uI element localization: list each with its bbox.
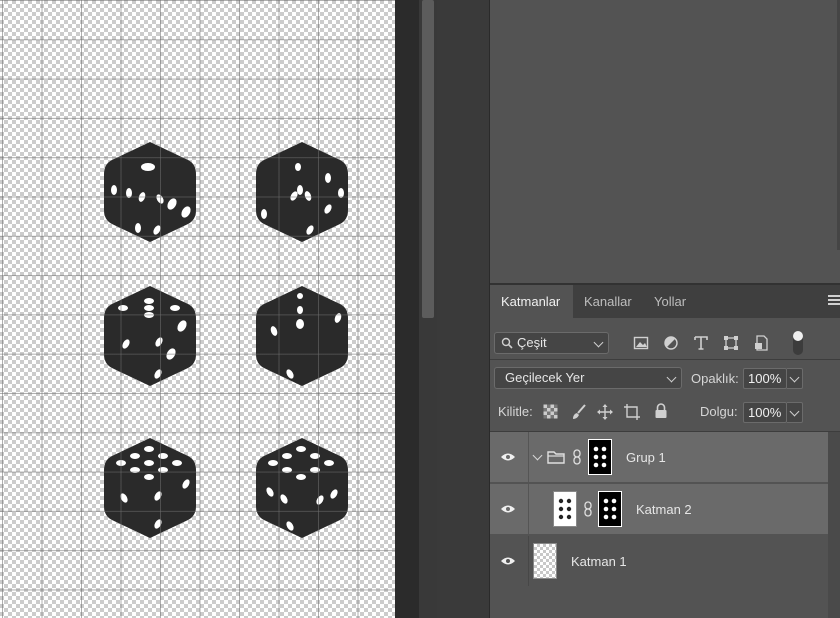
blend-row: Geçilecek Yer Opaklık: 100% <box>490 360 840 394</box>
layers-list-scrollbar[interactable] <box>828 432 840 618</box>
divider <box>528 484 529 534</box>
panel-menu-icon[interactable] <box>828 295 840 305</box>
lock-row: Kilitle: Dolgu: 100% <box>490 395 840 429</box>
lock-position-icon[interactable] <box>597 404 613 420</box>
layer-name-katman-1[interactable]: Katman 1 <box>571 554 627 569</box>
tab-channels[interactable]: Kanallar <box>573 285 643 318</box>
folder-icon <box>547 451 565 464</box>
die-2-image <box>256 142 348 242</box>
chevron-down-icon <box>666 372 677 383</box>
chain-link-icon[interactable] <box>583 501 593 517</box>
lock-image-icon[interactable] <box>571 404 587 420</box>
layer-name-group-1[interactable]: Grup 1 <box>626 450 666 465</box>
lock-transparency-icon[interactable] <box>543 404 558 419</box>
lock-label: Kilitle: <box>498 404 533 419</box>
chevron-down-icon <box>789 372 800 383</box>
scrollbar-thumb[interactable] <box>422 0 434 318</box>
opacity-field[interactable]: 100% <box>743 368 787 389</box>
chain-link-icon[interactable] <box>572 449 582 465</box>
chevron-down-icon[interactable] <box>532 450 543 461</box>
shape-filter-icon[interactable] <box>723 335 739 351</box>
upper-panel <box>490 0 840 283</box>
die-3-image <box>104 286 196 386</box>
layer-name-katman-2[interactable]: Katman 2 <box>636 502 692 517</box>
layer-thumbnail[interactable] <box>533 543 557 579</box>
opacity-label: Opaklık: <box>691 371 739 386</box>
layer-row-katman-2[interactable]: Katman 2 <box>490 484 828 534</box>
chevron-down-icon <box>789 406 800 417</box>
visibility-eye-icon[interactable] <box>500 452 516 462</box>
canvas-pasteboard <box>395 0 419 618</box>
die-6-image <box>256 438 348 538</box>
document-canvas[interactable] <box>0 0 395 618</box>
panel-dock-gap <box>437 0 490 618</box>
opacity-dropdown[interactable] <box>787 368 803 389</box>
filter-toggle-icon[interactable] <box>792 330 804 356</box>
adjustment-filter-icon[interactable] <box>663 335 679 351</box>
type-filter-icon[interactable] <box>693 335 709 351</box>
layers-panel: Katmanlar Kanallar Yollar Çeşit Geçilece… <box>490 285 840 618</box>
tab-layers[interactable]: Katmanlar <box>490 285 573 318</box>
smart-object-filter-icon[interactable] <box>753 335 769 351</box>
filter-kind-select[interactable]: Çeşit <box>494 332 609 354</box>
lock-all-icon[interactable] <box>653 403 669 419</box>
search-icon <box>501 337 513 349</box>
die-4-image <box>256 286 348 386</box>
blend-mode-value: Geçilecek Yer <box>505 370 585 385</box>
divider <box>528 536 529 586</box>
visibility-eye-icon[interactable] <box>500 504 516 514</box>
layer-row-katman-1[interactable]: Katman 1 <box>490 536 828 586</box>
chevron-down-icon <box>593 337 604 348</box>
die-1-image <box>104 142 196 242</box>
layer-filter-row: Çeşit <box>490 318 840 359</box>
visibility-eye-icon[interactable] <box>500 556 516 566</box>
panel-tab-bar: Katmanlar Kanallar Yollar <box>490 285 840 318</box>
lock-artboard-icon[interactable] <box>624 404 640 420</box>
layer-thumbnail[interactable] <box>553 491 577 527</box>
canvas-vertical-scrollbar[interactable] <box>419 0 437 618</box>
blend-mode-select[interactable]: Geçilecek Yer <box>494 367 682 389</box>
die-5-image <box>104 438 196 538</box>
image-filter-icon[interactable] <box>633 335 649 351</box>
layer-row-group-1[interactable]: Grup 1 <box>490 432 828 482</box>
fill-field[interactable]: 100% <box>743 402 787 423</box>
fill-label: Dolgu: <box>700 404 738 419</box>
divider <box>528 432 529 482</box>
tab-paths[interactable]: Yollar <box>643 285 697 318</box>
layer-mask-thumbnail[interactable] <box>598 491 622 527</box>
group-mask-thumbnail[interactable] <box>588 439 612 475</box>
fill-dropdown[interactable] <box>787 402 803 423</box>
filter-kind-label: Çeşit <box>517 335 547 350</box>
